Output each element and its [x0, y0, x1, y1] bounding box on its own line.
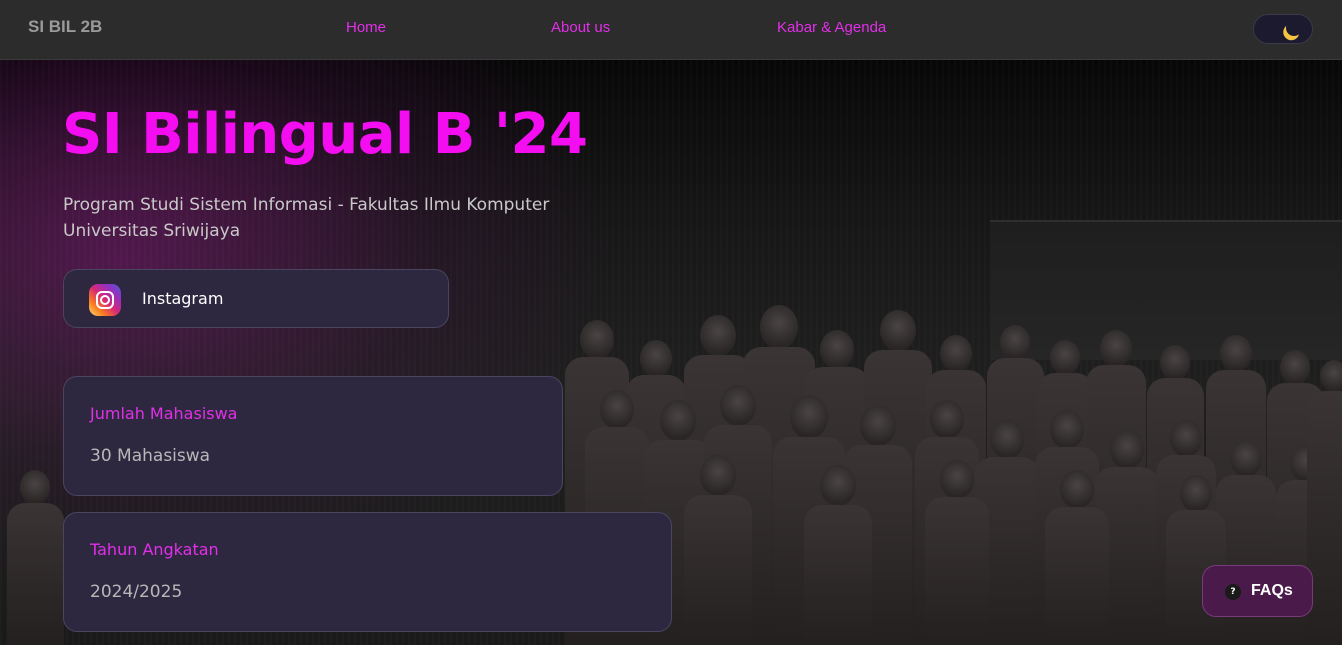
stat-card-students: Jumlah Mahasiswa 30 Mahasiswa [63, 376, 563, 496]
theme-toggle[interactable] [1253, 14, 1313, 44]
hero-section: SI Bilingual B '24 Program Studi Sistem … [0, 60, 1342, 645]
crowd-person-body [1044, 507, 1110, 645]
instagram-icon [89, 284, 121, 316]
stat-card-year: Tahun Angkatan 2024/2025 [63, 512, 672, 632]
crowd-person-head [880, 310, 916, 352]
instagram-button[interactable]: Instagram [63, 269, 449, 328]
stat-value-year: 2024/2025 [90, 582, 183, 602]
crowd-person-head [700, 455, 736, 497]
nav-link-kabar-agenda[interactable]: Kabar & Agenda [777, 19, 886, 36]
crowd-person-head [1110, 430, 1144, 470]
navbar: SI BIL 2B Home About us Kabar & Agenda [0, 0, 1342, 60]
instagram-label: Instagram [142, 289, 224, 308]
crowd-person-head [790, 395, 828, 439]
subtitle-line-1: Program Studi Sistem Informasi - Fakulta… [63, 195, 550, 215]
page-title: SI Bilingual B '24 [62, 102, 588, 167]
crowd-person-head [1280, 350, 1310, 385]
hero-subtitle: Program Studi Sistem Informasi - Fakulta… [63, 192, 623, 244]
moon-icon [1284, 18, 1305, 39]
crowd-person-head [1050, 410, 1084, 450]
crowd-person-head [940, 335, 972, 372]
crowd-person-head [660, 400, 696, 442]
question-mark-icon: ? [1225, 584, 1241, 600]
crowd-person-body [683, 494, 753, 645]
stat-label-students: Jumlah Mahasiswa [90, 404, 238, 423]
faq-label: FAQs [1251, 582, 1293, 599]
crowd-person-body [1307, 390, 1342, 645]
crowd-person-body [6, 503, 64, 645]
crowd-person-head [1320, 360, 1342, 393]
crowd-person-head [1100, 330, 1132, 367]
stat-label-year: Tahun Angkatan [90, 540, 219, 559]
crowd-person-head [600, 390, 634, 430]
crowd-person-head [20, 470, 50, 505]
crowd-person-body [924, 497, 990, 645]
nav-link-about[interactable]: About us [551, 19, 610, 36]
crowd-person-head [930, 400, 964, 440]
subtitle-line-2: Universitas Sriwijaya [63, 221, 241, 241]
crowd-person-head [720, 385, 756, 427]
crowd-person-head [1180, 475, 1212, 512]
stat-value-students: 30 Mahasiswa [90, 446, 211, 466]
crowd-person-head [990, 420, 1024, 460]
crowd-person-head [1050, 340, 1080, 375]
crowd-person-head [1220, 335, 1252, 372]
crowd-person-head [860, 405, 896, 447]
crowd-person-head [1000, 325, 1030, 360]
crowd-person-head [640, 340, 672, 377]
crowd-person-head [820, 330, 854, 370]
crowd-person-head [700, 315, 736, 357]
crowd-person-head [760, 305, 798, 349]
crowd-person-body [803, 504, 873, 645]
brand-logo[interactable]: SI BIL 2B [28, 17, 102, 37]
crowd-person-head [820, 465, 856, 507]
crowd-person-head [1060, 470, 1094, 510]
nav-link-home[interactable]: Home [346, 19, 386, 36]
crowd-person-head [1230, 440, 1262, 477]
crowd-person-head [1160, 345, 1190, 380]
crowd-person-head [1170, 420, 1202, 457]
faq-button[interactable]: ? FAQs [1202, 565, 1313, 617]
crowd-person-head [940, 460, 974, 500]
crowd-person-head [580, 320, 614, 360]
